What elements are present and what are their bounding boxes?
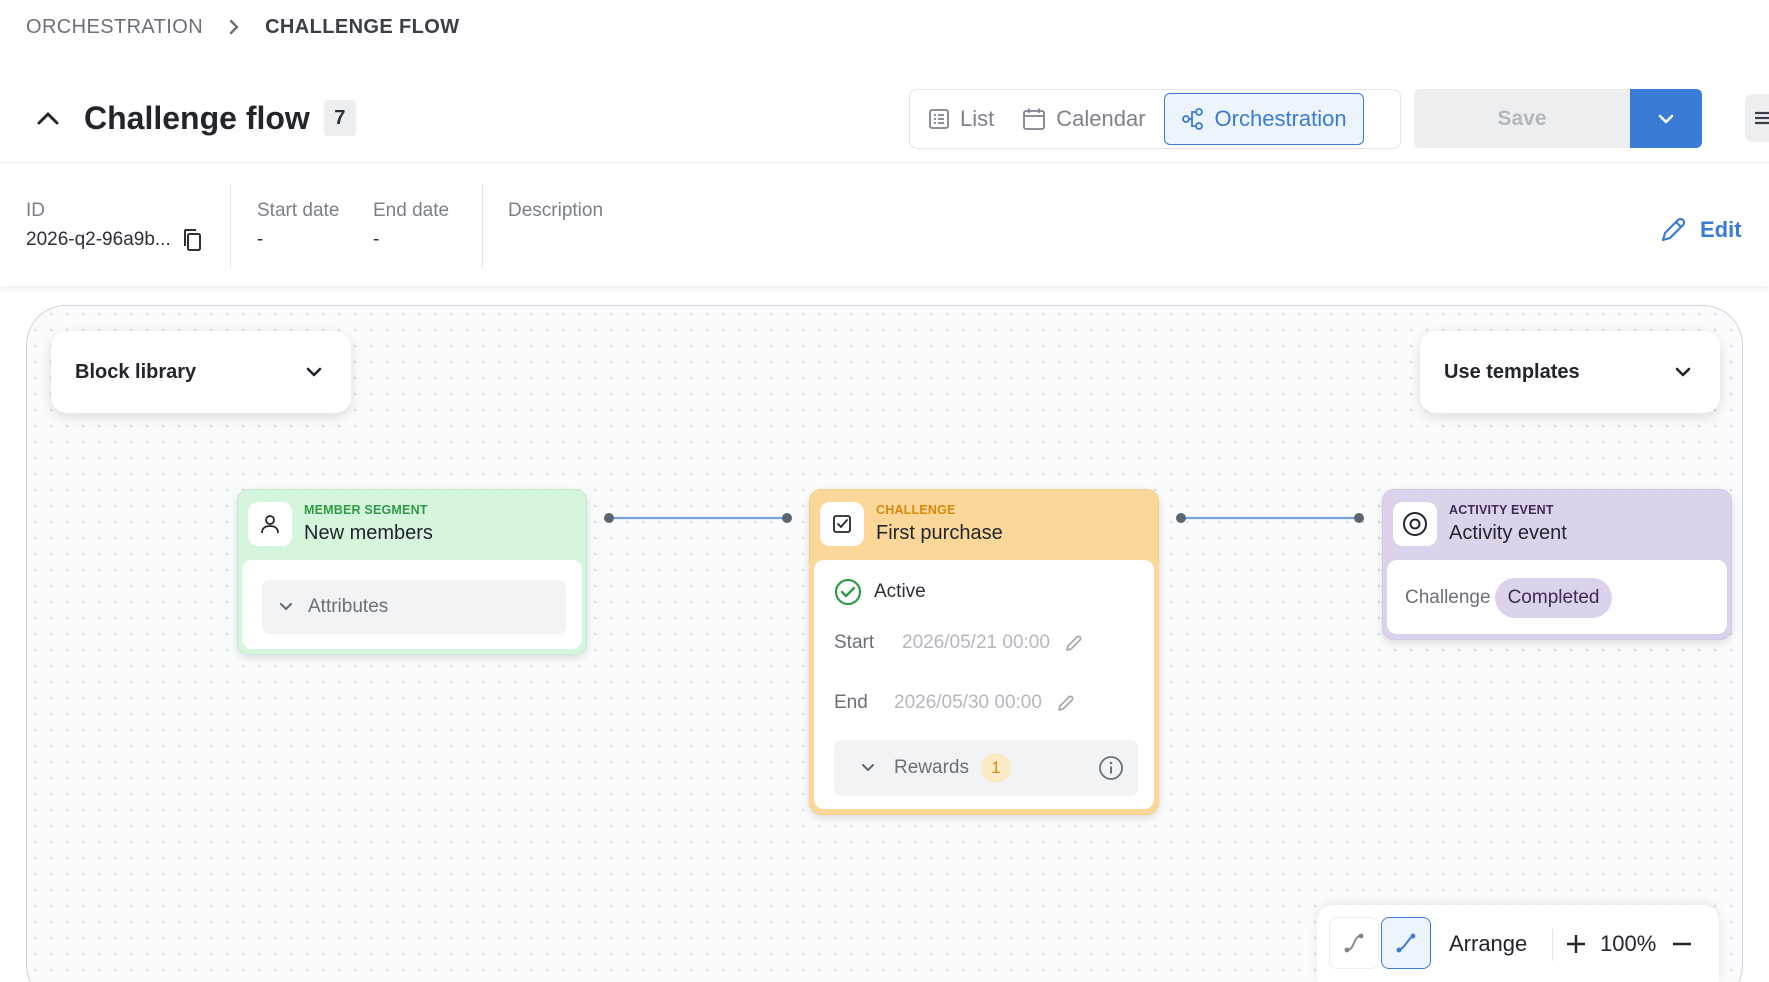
canvas-toolbar: Arrange 100%	[1317, 905, 1719, 982]
challenge-block-header: CHALLENGE First purchase	[810, 490, 1158, 560]
details-strip: ID 2026-q2-96a9b... Start date - End dat…	[0, 162, 1769, 286]
activity-block-body: Challenge Completed	[1387, 560, 1727, 634]
route-curved-icon	[1343, 932, 1365, 954]
start-date-value: -	[257, 229, 264, 250]
collapse-button[interactable]	[30, 100, 66, 136]
breadcrumb: ORCHESTRATION CHALLENGE FLOW	[26, 12, 460, 42]
route-curved-button[interactable]	[1329, 917, 1379, 969]
side-menu-button[interactable]	[1745, 94, 1769, 142]
start-date-label: Start date	[257, 200, 340, 221]
breadcrumb-challenge-flow: CHALLENGE FLOW	[265, 15, 460, 38]
view-list-label: List	[960, 106, 995, 131]
rewards-label: Rewards	[894, 757, 969, 778]
view-calendar-label: Calendar	[1056, 106, 1146, 131]
activity-block[interactable]: ACTIVITY EVENT Activity event Challenge …	[1382, 489, 1732, 640]
flow-nodes-icon	[1181, 107, 1205, 131]
calendar-icon	[1022, 107, 1046, 131]
chevron-down-icon	[305, 366, 323, 378]
divider	[230, 183, 231, 269]
minus-icon[interactable]	[1671, 933, 1693, 955]
page-header: Challenge flow 7	[30, 92, 356, 144]
copy-icon[interactable]	[181, 228, 203, 252]
description-label: Description	[508, 200, 604, 221]
view-orchestration-button[interactable]: Orchestration	[1163, 93, 1364, 145]
pencil-icon[interactable]	[1056, 693, 1076, 713]
condition-row: Challenge Completed	[1405, 578, 1613, 618]
status-label: Active	[874, 581, 926, 602]
rewards-toggle[interactable]: Rewards 1	[834, 740, 1138, 796]
chevron-up-icon	[36, 110, 60, 126]
person-icon	[248, 502, 292, 546]
activity-title: Activity event	[1449, 522, 1567, 544]
chevron-down-icon	[278, 602, 294, 612]
start-value: 2026/05/21 00:00	[902, 632, 1050, 653]
attributes-toggle[interactable]: Attributes	[262, 580, 566, 634]
view-calendar-button[interactable]: Calendar	[1008, 93, 1159, 145]
challenge-block[interactable]: CHALLENGE First purchase Active Start 20…	[809, 489, 1159, 815]
check-circle-icon	[834, 578, 862, 606]
end-value: 2026/05/30 00:00	[894, 692, 1042, 713]
end-date-value: -	[373, 229, 380, 250]
chevron-right-icon	[227, 17, 241, 37]
chevron-down-icon	[860, 763, 876, 773]
view-orchestration-label: Orchestration	[1214, 106, 1347, 131]
segment-block[interactable]: MEMBER SEGMENT New members Attributes	[237, 489, 587, 655]
status-row: Active	[834, 578, 926, 606]
info-icon[interactable]	[1098, 755, 1124, 781]
plus-icon[interactable]	[1565, 933, 1587, 955]
arrange-button[interactable]: Arrange	[1449, 931, 1527, 957]
breadcrumb-orchestration[interactable]: ORCHESTRATION	[26, 16, 203, 39]
pencil-icon	[1658, 215, 1688, 245]
count-badge: 7	[323, 100, 356, 136]
challenge-title: First purchase	[876, 522, 1003, 544]
block-library-label: Block library	[75, 360, 197, 383]
segment-block-body: Attributes	[242, 560, 582, 649]
use-templates-dropdown[interactable]: Use templates	[1420, 331, 1720, 413]
challenge-type-label: CHALLENGE	[876, 503, 956, 517]
condition-label: Challenge	[1405, 587, 1491, 608]
start-row: Start 2026/05/21 00:00	[834, 632, 1084, 654]
checkbox-icon	[820, 502, 864, 546]
connector-challenge-activity	[1176, 513, 1364, 523]
end-label: End	[834, 692, 868, 713]
route-straight-button[interactable]	[1381, 917, 1431, 969]
list-icon	[928, 108, 950, 130]
save-button[interactable]: Save	[1414, 89, 1630, 148]
segment-title: New members	[304, 522, 433, 544]
block-library-dropdown[interactable]: Block library	[51, 331, 351, 413]
target-icon	[1393, 502, 1437, 546]
segment-type-label: MEMBER SEGMENT	[304, 503, 428, 517]
activity-type-label: ACTIVITY EVENT	[1449, 503, 1554, 517]
zoom-level: 100%	[1600, 931, 1657, 956]
id-label: ID	[26, 200, 45, 221]
menu-icon	[1753, 108, 1769, 128]
rewards-count-badge: 1	[980, 753, 1011, 783]
chevron-down-icon	[1674, 366, 1692, 378]
id-value: 2026-q2-96a9b...	[26, 229, 171, 250]
pencil-icon[interactable]	[1064, 633, 1084, 653]
use-templates-label: Use templates	[1444, 360, 1580, 383]
connector-segment-challenge	[604, 513, 792, 523]
challenge-block-body: Active Start 2026/05/21 00:00 End 2026/0…	[814, 560, 1154, 809]
end-date-label: End date	[373, 200, 450, 221]
view-list-button[interactable]: List	[914, 93, 1008, 145]
page-title: Challenge flow	[84, 99, 310, 136]
attributes-label: Attributes	[308, 596, 389, 617]
edit-button[interactable]: Edit	[1658, 213, 1742, 247]
edit-label: Edit	[1700, 217, 1742, 242]
save-menu-button[interactable]	[1630, 89, 1702, 148]
divider	[482, 183, 483, 269]
end-row: End 2026/05/30 00:00	[834, 692, 1076, 714]
divider	[1552, 929, 1553, 961]
orchestration-canvas[interactable]: Block library Use templates MEMBER SEGME…	[26, 305, 1743, 982]
activity-block-header: ACTIVITY EVENT Activity event	[1383, 490, 1731, 560]
start-label: Start	[834, 632, 875, 653]
condition-chip: Completed	[1494, 578, 1613, 618]
view-switch: List Calendar Orchestration	[909, 89, 1401, 149]
route-straight-icon	[1395, 932, 1417, 954]
chevron-down-icon	[1657, 113, 1675, 125]
segment-block-header: MEMBER SEGMENT New members	[238, 490, 586, 560]
